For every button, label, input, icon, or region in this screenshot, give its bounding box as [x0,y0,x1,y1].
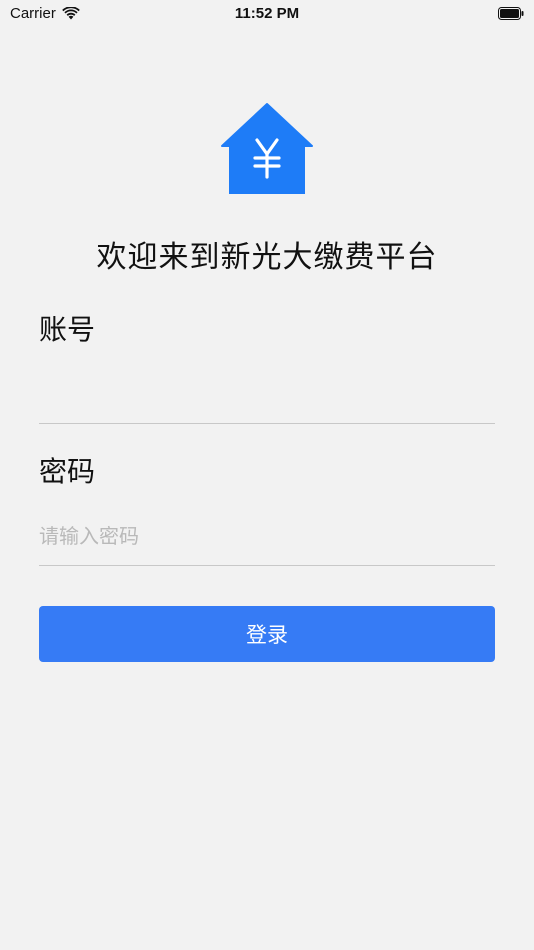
account-input[interactable] [39,370,495,412]
battery-icon [498,7,524,20]
password-input[interactable] [39,515,495,557]
status-time: 11:52 PM [234,5,300,22]
password-label: 密码 [39,455,96,488]
account-label: 账号 [39,313,96,346]
status-bar: Carrier 11:52 PM [0,0,534,30]
login-button[interactable]: 登录 [39,606,495,662]
account-divider [39,423,495,424]
page-title: 欢迎来到新光大缴费平台 [96,240,438,275]
password-divider [39,565,495,566]
house-yen-icon [221,103,313,194]
